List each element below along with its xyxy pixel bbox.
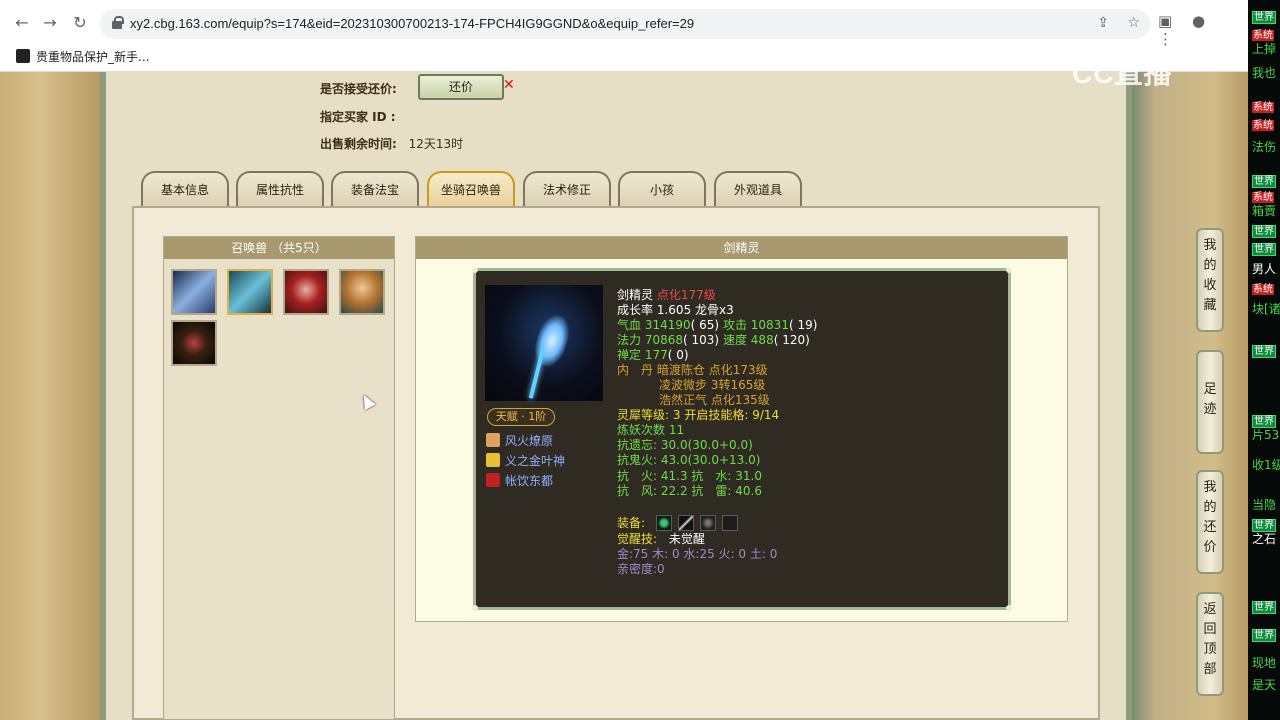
tab-spell-correction[interactable]: 法术修正 [523,171,611,207]
share-icon[interactable]: ⇪ [1097,15,1109,31]
talent-badge: 天赋 · 1阶 [487,408,555,426]
pet-thumb-3[interactable] [283,269,329,315]
card-corner [1006,267,1012,273]
pet-name-line: 剑精灵 点化177级 [617,288,716,302]
buyer-id-label: 指定买家 ID : [320,110,396,124]
tab-children[interactable]: 小孩 [618,171,706,207]
bookmark-favicon-icon [16,49,30,63]
equip-label: 装备: [617,516,646,530]
live-chat-strip: 世界 系统 上掉 我也 系统 系统 法伤 世界 系统 箱賣 世界 世界 男人 系… [1248,0,1280,720]
fire-skill-icon [486,433,500,447]
card-corner [1006,605,1012,611]
pet-thumb-2[interactable] [227,269,273,315]
card-corner [472,267,478,273]
inner-dan-line-3: 浩然正气 点化135级 [659,393,770,407]
remaining-time-value: 12天13时 [408,137,464,151]
pet-thumb-1[interactable] [171,269,217,315]
profile-icon[interactable]: ● [1192,12,1205,30]
pet-detail-header: 剑精灵 [416,237,1067,259]
equip-ring-icon[interactable] [656,515,672,531]
refine-line: 炼妖次数 11 [617,423,685,437]
equip-empty-slot-icon[interactable] [722,515,738,531]
skill-item[interactable]: 义之金叶神 [486,452,565,470]
my-counter-label: 我的还价 [1203,480,1217,555]
remaining-time-label: 出售剩余时间: [320,137,397,151]
awaken-line: 觉醒技: 未觉醒 [617,532,705,546]
scroll-decoration-right [1132,72,1248,720]
address-bar[interactable]: xy2.cbg.163.com/equip?s=174&eid=20231030… [100,9,1150,39]
buyer-id-row: 指定买家 ID : [320,108,396,125]
gold-leaf-skill-icon [486,453,500,467]
tab-appearance[interactable]: 外观道具 [714,171,802,207]
accept-counter-row: 是否接受还价: [320,80,397,97]
footprint-button[interactable]: 足迹 [1196,350,1224,454]
inner-dan-line-1: 内 丹 暗渡陈仓 点化173级 [617,363,768,377]
pet-thumb-4[interactable] [339,269,385,315]
scroll-decoration-left [0,72,100,720]
resist-fire-water-line: 抗 火: 41.3 抗 水: 31.0 [617,469,762,483]
accept-counter-label: 是否接受还价: [320,82,397,96]
favorites-button[interactable]: 我的收藏 [1196,228,1224,332]
mp-spd-line: 法力 70868( 103) 速度 488( 120) [617,333,810,347]
elements-line: 金:75 木: 0 水:25 火: 0 土: 0 [617,547,778,561]
lingxi-line: 灵犀等级: 3 开启技能格: 9/14 [617,408,780,422]
tab-basic-info[interactable]: 基本信息 [141,171,229,207]
bookmark-item[interactable]: 贵重物品保护_新手... [16,48,149,65]
zen-line: 禅定 177( 0) [617,348,689,362]
pet-thumb-5[interactable] [171,320,217,366]
lock-icon [112,16,124,29]
back-arrow-icon[interactable]: ← [10,11,34,35]
remaining-time-row: 出售剩余时间: 12天13时 [320,135,463,152]
back-to-top-label: 返回顶部 [1203,602,1217,677]
resist-ghostfire-line: 抗鬼火: 43.0(30.0+13.0) [617,453,761,467]
close-x-icon[interactable]: ✕ [503,77,515,93]
favorites-label: 我的收藏 [1203,238,1217,313]
stream-logo: CC直播 [1072,58,1173,89]
drink-skill-icon [486,473,500,487]
browser-toolbar: ← → ↻ xy2.cbg.163.com/equip?s=174&eid=20… [0,0,1248,72]
growth-line: 成长率 1.605 龙骨x3 [617,303,734,317]
resist-wind-thunder-line: 抗 风: 22.2 抗 雷: 40.6 [617,484,762,498]
menu-dots-icon[interactable]: ⋮ [1158,30,1173,48]
bookmark-star-icon[interactable]: ☆ [1127,15,1140,31]
pet-figure [529,311,575,371]
hp-atk-line: 气血 314190( 65) 攻击 10831( 19) [617,318,818,332]
tab-mounts-pets[interactable]: 坐骑召唤兽 [427,171,515,207]
forward-arrow-icon[interactable]: → [38,11,62,35]
tab-attributes[interactable]: 属性抗性 [236,171,324,207]
inner-dan-line-2: 凌波微步 3转165级 [659,378,766,392]
counter-offer-button[interactable]: 还价 [418,74,504,100]
my-counter-offers-button[interactable]: 我的还价 [1196,470,1224,574]
skill-item[interactable]: 风火燎原 [486,432,553,450]
url-text[interactable]: xy2.cbg.163.com/equip?s=174&eid=20231030… [130,16,694,31]
equip-armor-icon[interactable] [700,515,716,531]
sidepanel-icon[interactable]: ▣ [1158,12,1172,30]
tab-equipment[interactable]: 装备法宝 [331,171,419,207]
footprint-label: 足迹 [1203,382,1217,417]
resist-forget-line: 抗遗忘: 30.0(30.0+0.0) [617,438,753,452]
pet-portrait [485,285,603,401]
skill-item[interactable]: 帐饮东都 [486,472,553,490]
card-corner [472,605,478,611]
reload-icon[interactable]: ↻ [68,11,92,35]
pet-list-header: 召唤兽 （共5只） [164,237,394,259]
equip-weapon-icon[interactable] [678,515,694,531]
intimacy-line: 亲密度:0 [617,562,665,576]
back-to-top-button[interactable]: 返回顶部 [1196,592,1224,696]
